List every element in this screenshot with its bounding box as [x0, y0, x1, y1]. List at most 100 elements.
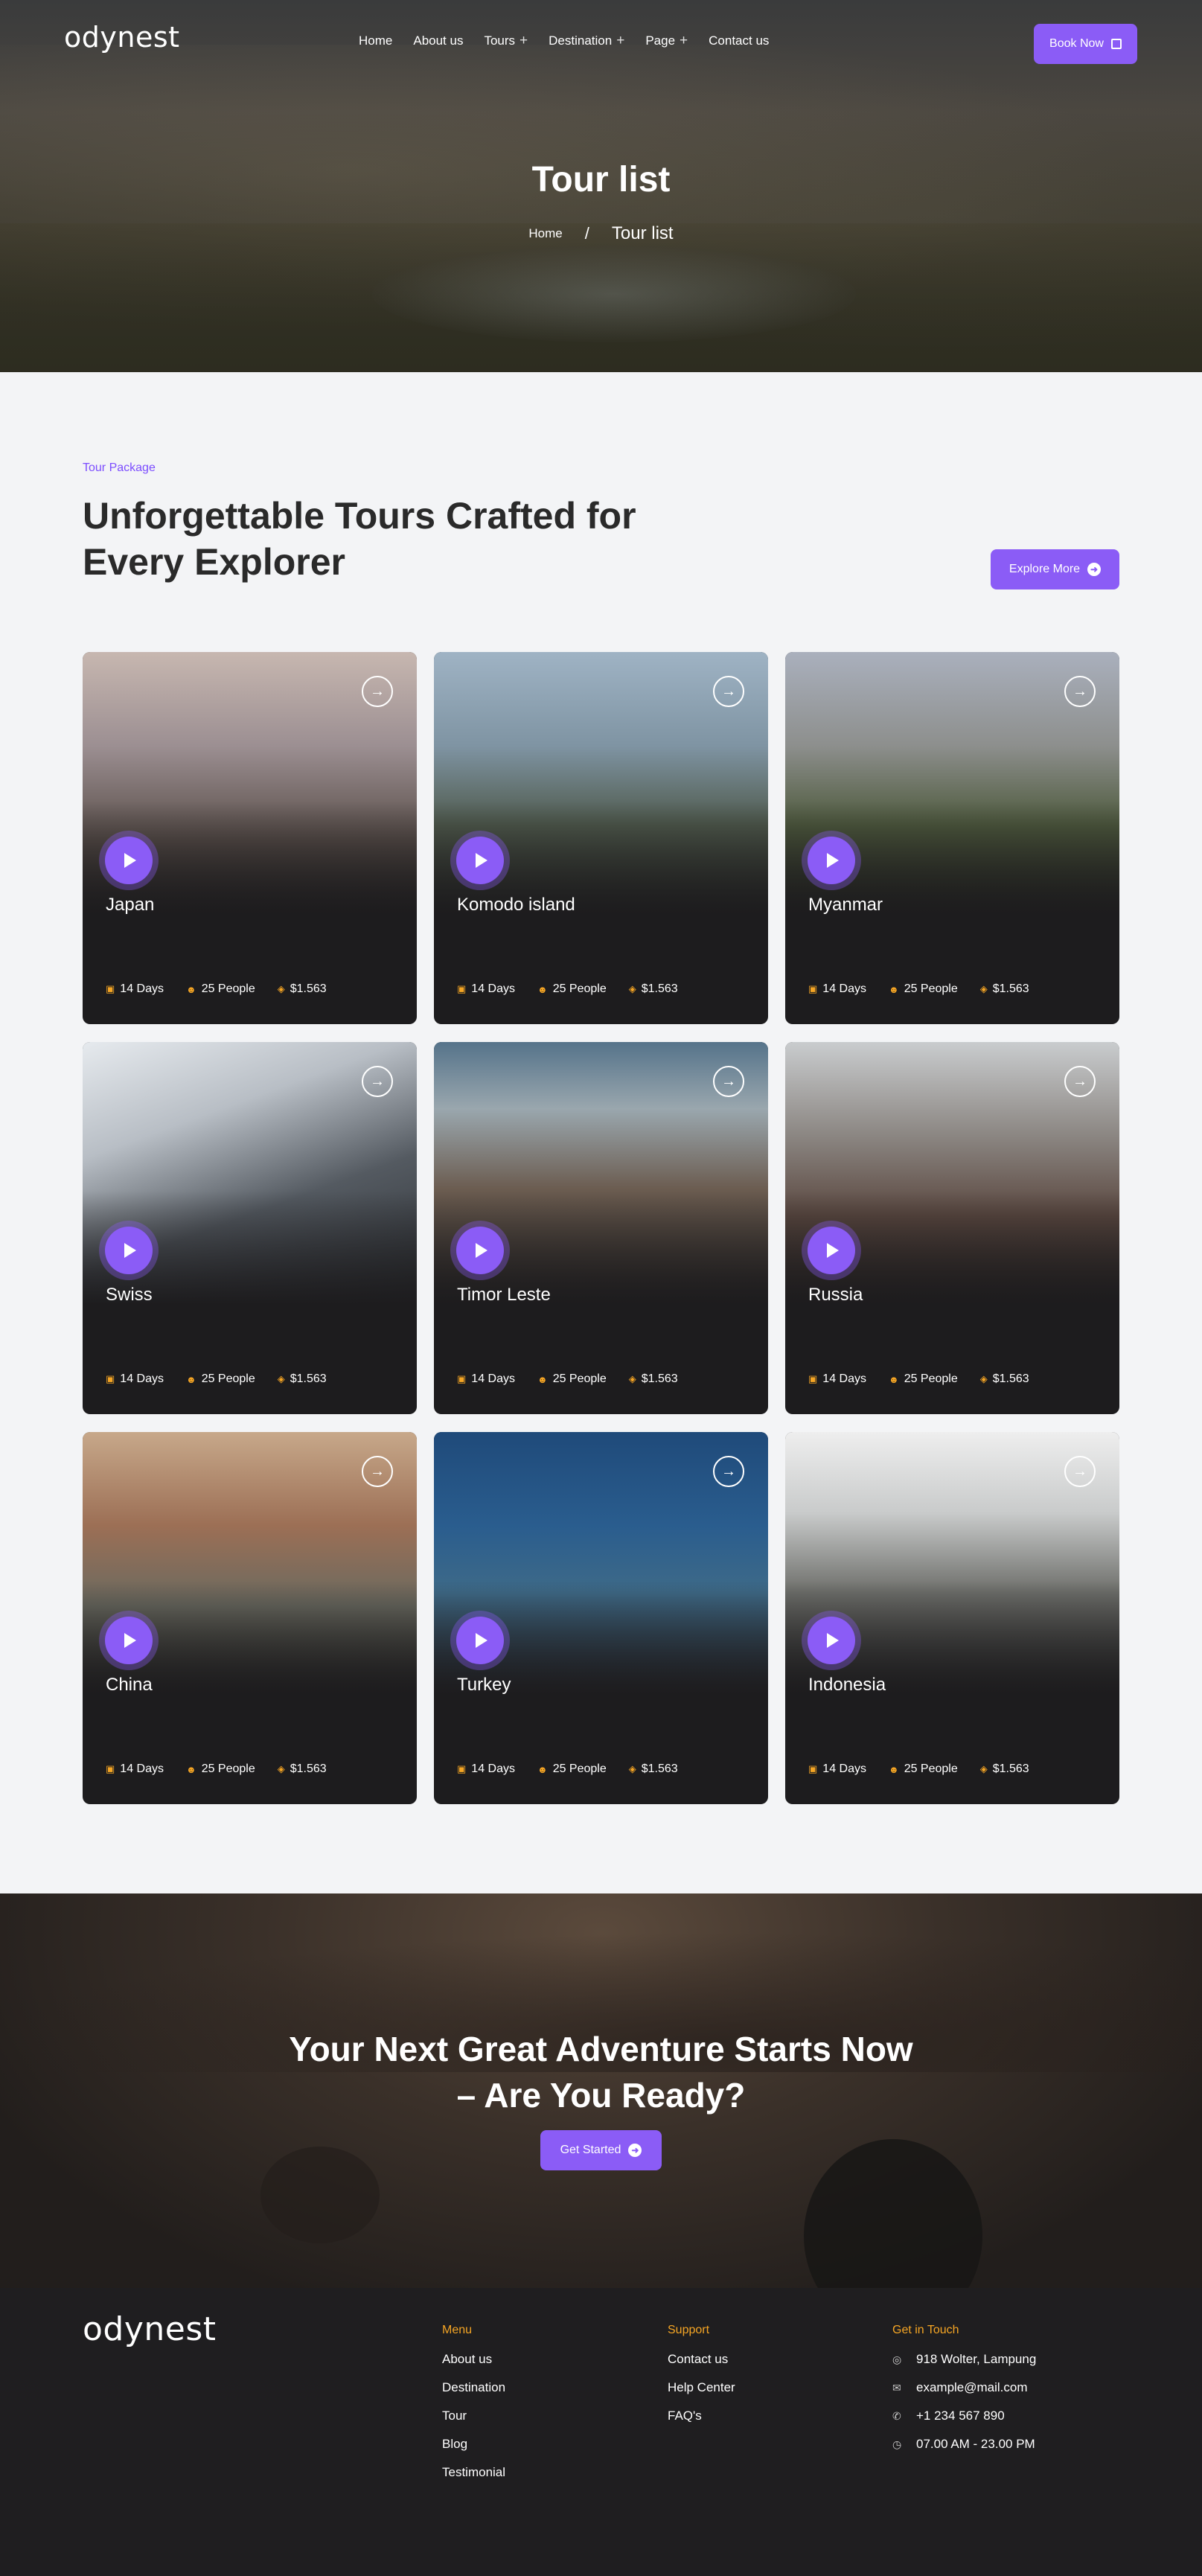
nav-item-destination[interactable]: Destination +	[549, 33, 624, 49]
arrow-right-icon[interactable]: →	[362, 676, 393, 707]
nav-item-home[interactable]: Home	[359, 33, 392, 49]
get-started-button[interactable]: Get Started ➜	[540, 2130, 662, 2170]
tour-duration: ▣ 14 Days	[808, 982, 866, 996]
arrow-right-icon[interactable]: →	[713, 1066, 744, 1097]
play-button[interactable]	[456, 1227, 504, 1274]
calendar-icon: ▣	[106, 1373, 115, 1384]
footer-link[interactable]: Help Center	[668, 2380, 735, 2395]
tour-capacity: ☻ 25 People	[537, 982, 607, 996]
play-button[interactable]	[456, 1617, 504, 1664]
people-icon: ☻	[537, 1373, 548, 1385]
section-title: Unforgettable Tours Crafted for Every Ex…	[83, 495, 636, 583]
tour-capacity: ☻ 25 People	[186, 1762, 255, 1776]
tour-duration: ▣ 14 Days	[106, 982, 164, 996]
calendar-icon: ▣	[808, 1763, 818, 1774]
tour-card[interactable]: → China ▣ 14 Days ☻ 25 People ◈ $1.563	[83, 1432, 417, 1804]
tag-icon: ◈	[979, 1763, 988, 1774]
calendar-icon	[1110, 39, 1122, 49]
play-button[interactable]	[456, 837, 504, 884]
arrow-right-icon: ➜	[1087, 563, 1102, 576]
tour-card[interactable]: → Russia ▣ 14 Days ☻ 25 People ◈ $1.563	[785, 1042, 1119, 1414]
tour-name[interactable]: Russia	[808, 1285, 863, 1305]
nav-links: Home About us Tours + Destination + Page + …	[359, 33, 769, 49]
tour-card[interactable]: → Swiss ▣ 14 Days ☻ 25 People ◈ $1.563	[83, 1042, 417, 1414]
footer-logo[interactable]: odynest	[83, 2310, 217, 2348]
cta-silhouette	[260, 2147, 380, 2243]
breadcrumb: Home / Tour list	[0, 223, 1202, 244]
tour-name[interactable]: Turkey	[457, 1675, 511, 1696]
tour-name[interactable]: Swiss	[106, 1285, 153, 1305]
tour-name[interactable]: China	[106, 1675, 153, 1696]
arrow-right-icon[interactable]: →	[1064, 1456, 1096, 1487]
tour-card[interactable]: → Komodo island ▣ 14 Days ☻ 25 People ◈ $1.…	[434, 652, 768, 1024]
book-now-button[interactable]: Book Now	[1034, 24, 1137, 64]
people-text: 25 People	[904, 1762, 958, 1775]
tour-meta: ▣ 14 Days ☻ 25 People ◈ $1.563	[457, 1762, 678, 1776]
footer-link[interactable]: Blog	[442, 2437, 505, 2452]
cta-silhouette	[804, 2139, 982, 2288]
play-button[interactable]	[105, 1617, 153, 1664]
nav-item-contact[interactable]: Contact us	[709, 33, 769, 49]
footer-link[interactable]: Tour	[442, 2409, 505, 2423]
footer-contact-heading: Get in Touch	[892, 2324, 959, 2336]
arrow-right-icon[interactable]: →	[1064, 676, 1096, 707]
tour-capacity: ☻ 25 People	[186, 982, 255, 996]
duration-text: 14 Days	[822, 1762, 866, 1775]
calendar-icon: ▣	[106, 1763, 115, 1774]
arrow-right-icon[interactable]: →	[362, 1456, 393, 1487]
brand-logo[interactable]: odynest	[64, 21, 180, 54]
tour-card[interactable]: → Turkey ▣ 14 Days ☻ 25 People ◈ $1.563	[434, 1432, 768, 1804]
tour-meta: ▣ 14 Days ☻ 25 People ◈ $1.563	[106, 1372, 327, 1386]
contact-hours: ◷ 07.00 AM - 23.00 PM	[892, 2437, 1036, 2452]
tour-name[interactable]: Timor Leste	[457, 1285, 551, 1305]
footer-support-heading: Support	[668, 2324, 710, 2336]
duration-text: 14 Days	[822, 1372, 866, 1385]
play-button[interactable]	[808, 837, 855, 884]
tour-name[interactable]: Komodo island	[457, 895, 575, 915]
tour-name[interactable]: Myanmar	[808, 895, 883, 915]
tour-name[interactable]: Indonesia	[808, 1675, 886, 1696]
tour-duration: ▣ 14 Days	[457, 982, 515, 996]
people-icon: ☻	[889, 983, 899, 995]
tour-card[interactable]: → Japan ▣ 14 Days ☻ 25 People ◈ $1.563	[83, 652, 417, 1024]
contact-email[interactable]: ✉ example@mail.com	[892, 2380, 1036, 2395]
footer-link[interactable]: Contact us	[668, 2352, 735, 2367]
tour-capacity: ☻ 25 People	[537, 1762, 607, 1776]
location-pin-icon: ◎	[892, 2353, 902, 2365]
nav-item-about[interactable]: About us	[413, 33, 463, 49]
play-button[interactable]	[105, 1227, 153, 1274]
cta-title-line: Your Next Great Adventure Starts Now	[289, 2030, 913, 2068]
price-text: $1.563	[641, 1372, 678, 1385]
arrow-right-icon[interactable]: →	[713, 676, 744, 707]
tour-card[interactable]: → Myanmar ▣ 14 Days ☻ 25 People ◈ $1.563	[785, 652, 1119, 1024]
price-text: $1.563	[290, 1762, 327, 1775]
explore-more-button[interactable]: Explore More ➜	[991, 549, 1119, 589]
arrow-right-icon[interactable]: →	[1064, 1066, 1096, 1097]
footer-link[interactable]: About us	[442, 2352, 505, 2367]
play-button[interactable]	[808, 1617, 855, 1664]
play-button[interactable]	[105, 837, 153, 884]
tour-card[interactable]: → Timor Leste ▣ 14 Days ☻ 25 People ◈ $1.56…	[434, 1042, 768, 1414]
plus-icon: +	[616, 33, 625, 48]
phone-icon: ✆	[892, 2409, 901, 2422]
nav-item-tours[interactable]: Tours +	[484, 33, 528, 49]
tour-card[interactable]: → Indonesia ▣ 14 Days ☻ 25 People ◈ $1.563	[785, 1432, 1119, 1804]
tour-price: ◈ $1.563	[278, 982, 327, 996]
footer-link[interactable]: Testimonial	[442, 2465, 505, 2480]
duration-text: 14 Days	[120, 1762, 164, 1775]
calendar-icon: ▣	[808, 1373, 818, 1384]
play-icon	[124, 853, 136, 868]
breadcrumb-home[interactable]: Home	[528, 226, 562, 241]
footer-link[interactable]: Destination	[442, 2380, 505, 2395]
tour-name[interactable]: Japan	[106, 895, 154, 915]
get-started-label: Get Started	[560, 2144, 621, 2156]
nav-item-page[interactable]: Page +	[645, 33, 688, 49]
price-text: $1.563	[641, 982, 678, 995]
arrow-right-icon[interactable]: →	[713, 1456, 744, 1487]
play-button[interactable]	[808, 1227, 855, 1274]
arrow-right-icon[interactable]: →	[362, 1066, 393, 1097]
footer-link[interactable]: FAQ's	[668, 2409, 735, 2423]
contact-phone[interactable]: ✆ +1 234 567 890	[892, 2409, 1036, 2423]
price-text: $1.563	[641, 1762, 678, 1775]
people-icon: ☻	[889, 1373, 899, 1385]
